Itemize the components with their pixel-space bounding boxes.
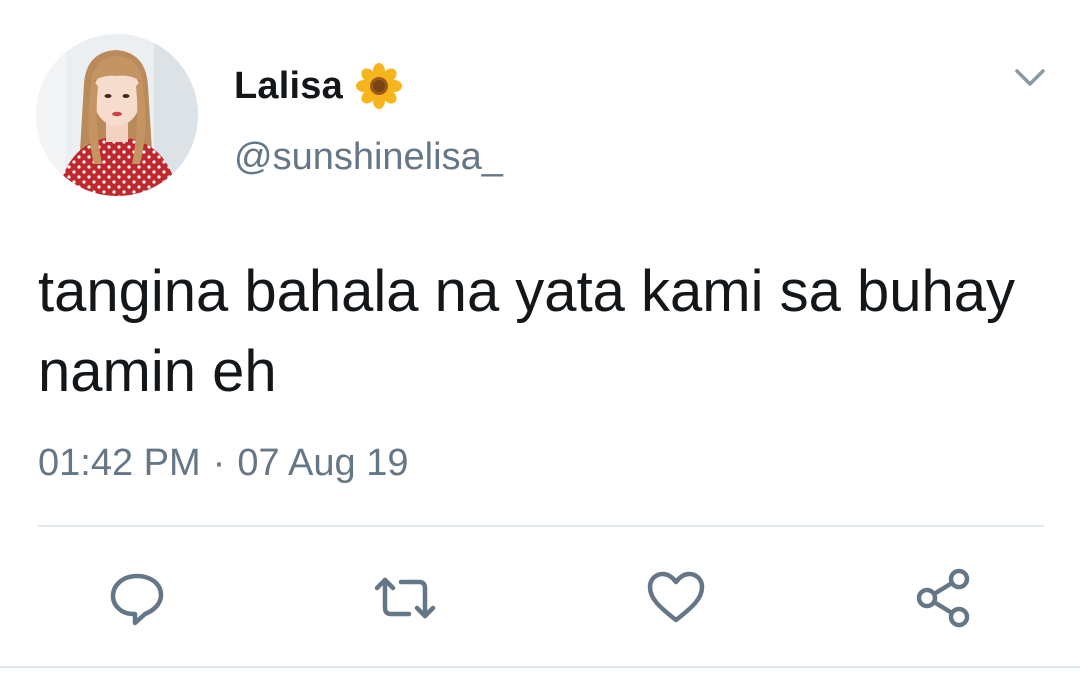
- like-button[interactable]: [644, 566, 708, 630]
- chevron-down-icon[interactable]: [1012, 62, 1048, 92]
- tweet-text: tangina bahala na yata kami sa buhay nam…: [38, 259, 1016, 404]
- heart-icon: [647, 571, 705, 623]
- action-bar: [0, 566, 1080, 630]
- sunflower-icon: [355, 62, 403, 110]
- share-button[interactable]: [913, 566, 977, 630]
- share-icon: [916, 568, 970, 628]
- avatar[interactable]: [36, 34, 198, 196]
- avatar-image: [36, 34, 198, 196]
- tweet-time: 01:42 PM: [38, 442, 201, 484]
- reply-button[interactable]: [105, 566, 169, 630]
- tweet-card: Lalisa @sunshinelisa_ tangina bahala na …: [0, 0, 1080, 688]
- meta-separator: ·: [212, 442, 226, 484]
- user-handle[interactable]: @sunshinelisa_: [234, 136, 503, 179]
- reply-icon: [110, 573, 164, 626]
- bottom-divider: [0, 666, 1080, 668]
- divider: [38, 525, 1044, 527]
- retweet-icon: [374, 577, 436, 619]
- retweet-button[interactable]: [373, 566, 437, 630]
- tweet-date: 07 Aug 19: [237, 442, 409, 484]
- display-name-row: Lalisa: [234, 58, 403, 114]
- display-name[interactable]: Lalisa: [234, 65, 343, 108]
- tweet-timestamp[interactable]: 01:42 PM · 07 Aug 19: [38, 442, 408, 485]
